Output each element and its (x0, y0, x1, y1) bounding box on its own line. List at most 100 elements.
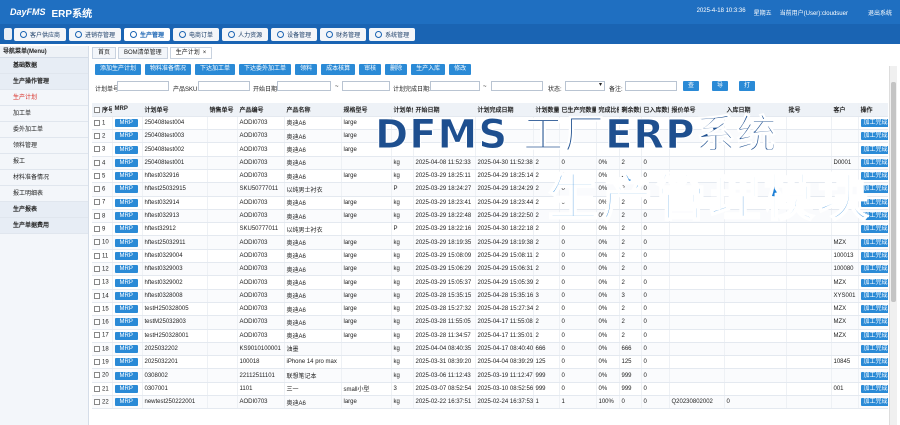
row-checkbox[interactable] (94, 279, 100, 286)
row-checkbox[interactable] (94, 226, 100, 233)
print-button[interactable]: 打印 (739, 81, 756, 99)
table-row[interactable]: 10 MRP hftest25032911 AODI0703 奥迪A6 large kg 20… (92, 235, 888, 250)
finish-processing-button[interactable]: 加工完成 (860, 118, 887, 127)
mrp-button[interactable]: MRP (114, 185, 138, 194)
row-checkbox[interactable] (94, 239, 100, 246)
finish-processing-button[interactable]: 加工完成 (860, 145, 887, 154)
mrp-button[interactable]: MRP (114, 132, 138, 141)
finish-processing-button[interactable]: 加工完成 (860, 132, 887, 141)
module-tab-6[interactable]: 财务管理 (320, 27, 367, 41)
row-checkbox[interactable] (94, 146, 100, 153)
mrp-button[interactable]: MRP (114, 118, 138, 127)
start-date-from-input[interactable] (277, 81, 331, 91)
query-button[interactable]: 查询 (683, 81, 700, 99)
module-tab-5[interactable]: 设备管理 (271, 27, 318, 41)
table-row[interactable]: 15 MRP testH250328005 AODI0703 奥迪A6 large kg 20… (92, 302, 888, 317)
toolbar-button-1[interactable]: 物料准备情况 (145, 64, 192, 75)
toolbar-button-9[interactable]: 修改 (449, 64, 472, 75)
scrollbar-thumb[interactable] (891, 82, 896, 302)
mrp-button[interactable]: MRP (114, 212, 138, 221)
finish-processing-button[interactable]: 加工完成 (860, 238, 887, 247)
mrp-button[interactable]: MRP (114, 198, 138, 207)
mrp-button[interactable]: MRP (114, 291, 138, 300)
mrp-button[interactable]: MRP (114, 145, 138, 154)
toolbar-button-0[interactable]: 添加生产计划 (95, 64, 142, 75)
sidebar-item-0[interactable]: 基础数据 (0, 58, 88, 74)
remark-input[interactable] (625, 81, 677, 91)
row-checkbox[interactable] (94, 359, 100, 365)
table-row[interactable]: 16 MRP testM25032803 AODI0703 奥迪A6 large kg 202… (92, 315, 888, 330)
toolbar-button-5[interactable]: 成本核算 (321, 64, 356, 75)
row-checkbox[interactable] (94, 119, 100, 126)
toolbar-button-7[interactable]: 删除 (385, 64, 408, 75)
page-tab-2[interactable]: 生产计划 × (169, 47, 213, 59)
finish-processing-button[interactable]: 加工完成 (860, 398, 887, 407)
table-row[interactable]: 22 MRP newtest250222001 AODI0703 奥迪A6 large kg… (92, 395, 888, 410)
sidebar-item-7[interactable]: 材料准备情况 (0, 170, 88, 186)
table-row[interactable]: 14 MRP hftest0328008 AODI0703 奥迪A6 large kg 202… (92, 289, 888, 303)
mrp-button[interactable]: MRP (114, 158, 138, 167)
module-tab-4[interactable]: 人力资源 (222, 27, 269, 41)
export-button[interactable]: 导出 (712, 81, 729, 99)
sidebar-item-8[interactable]: 报工明细表 (0, 186, 88, 202)
table-row[interactable]: 17 MRP testH250328001 AODI0703 奥迪A6 large kg 20… (92, 329, 888, 343)
table-row[interactable]: 20 MRP 0308002 22112511101 联想笔记本 kg 2025-03-06… (92, 368, 888, 383)
toolbar-button-8[interactable]: 生产入库 (411, 64, 446, 75)
mrp-button[interactable]: MRP (114, 278, 138, 287)
finish-processing-button[interactable]: 加工完成 (860, 371, 887, 380)
product-sku-input[interactable] (198, 81, 250, 91)
table-row[interactable]: 19 MRP 2025032201 100018 iPhone 14 pro max kg… (92, 355, 888, 370)
toolbar-button-3[interactable]: 下达委外加工单 (239, 64, 292, 75)
finish-processing-button[interactable]: 加工完成 (860, 384, 887, 393)
module-collapse-handle[interactable] (4, 28, 12, 40)
toolbar-button-6[interactable]: 审核 (359, 64, 382, 75)
sidebar-item-1[interactable]: 生产操作管理 (0, 74, 88, 90)
sidebar-item-10[interactable]: 生产单据费用 (0, 218, 88, 234)
mrp-button[interactable]: MRP (114, 331, 138, 340)
table-row[interactable]: 18 MRP 2025032202 KS9010100001 油墨 kg 2025-04-0… (92, 342, 888, 357)
row-checkbox[interactable] (94, 292, 100, 299)
mrp-button[interactable]: MRP (114, 371, 138, 380)
page-tab-0[interactable]: 首页 (92, 47, 117, 59)
finish-processing-button[interactable]: 加工完成 (860, 291, 887, 300)
finish-processing-button[interactable]: 加工完成 (860, 278, 887, 287)
mrp-button[interactable]: MRP (114, 172, 138, 181)
row-checkbox[interactable] (94, 199, 100, 206)
status-select[interactable] (565, 81, 605, 91)
mrp-button[interactable]: MRP (114, 238, 138, 247)
mrp-button[interactable]: MRP (114, 384, 138, 393)
finish-processing-button[interactable]: 加工完成 (860, 305, 887, 314)
plan-no-input[interactable] (117, 81, 169, 91)
vertical-scrollbar[interactable] (889, 66, 897, 425)
finish-processing-button[interactable]: 加工完成 (860, 344, 887, 353)
sidebar-item-4[interactable]: 委外加工单 (0, 122, 88, 138)
module-tab-2[interactable]: 生产管理 (124, 27, 171, 41)
page-tab-1[interactable]: BOM清单管理 (118, 47, 168, 59)
mrp-button[interactable]: MRP (114, 225, 138, 234)
finish-processing-button[interactable]: 加工完成 (860, 358, 887, 367)
sidebar-item-9[interactable]: 生产报表 (0, 202, 88, 218)
toolbar-button-2[interactable]: 下达加工单 (195, 64, 236, 75)
mrp-button[interactable]: MRP (114, 358, 138, 367)
row-checkbox[interactable] (94, 319, 100, 326)
finish-processing-button[interactable]: 加工完成 (860, 318, 887, 327)
sidebar-item-5[interactable]: 领料管理 (0, 138, 88, 154)
row-checkbox[interactable] (94, 305, 100, 312)
mrp-button[interactable]: MRP (114, 305, 138, 314)
row-checkbox[interactable] (94, 385, 100, 392)
start-date-to-input[interactable] (342, 81, 390, 91)
toolbar-button-4[interactable]: 领料 (295, 64, 318, 75)
row-checkbox[interactable] (94, 132, 100, 139)
finish-processing-button[interactable]: 加工完成 (860, 331, 887, 340)
finish-processing-button[interactable]: 加工完成 (860, 251, 887, 260)
row-checkbox[interactable] (94, 172, 100, 179)
finish-processing-button[interactable]: 加工完成 (860, 158, 887, 167)
row-checkbox[interactable] (94, 159, 100, 166)
mrp-button[interactable]: MRP (114, 251, 138, 260)
logout-link[interactable]: 退出系统 (868, 8, 892, 17)
row-checkbox[interactable] (94, 212, 100, 219)
table-row[interactable]: 11 MRP hftest0329004 AODI0703 奥迪A6 large kg 202… (92, 249, 888, 264)
module-tab-1[interactable]: 进销存管理 (69, 27, 122, 41)
row-checkbox[interactable] (94, 398, 100, 405)
finish-date-to-input[interactable] (491, 81, 543, 91)
